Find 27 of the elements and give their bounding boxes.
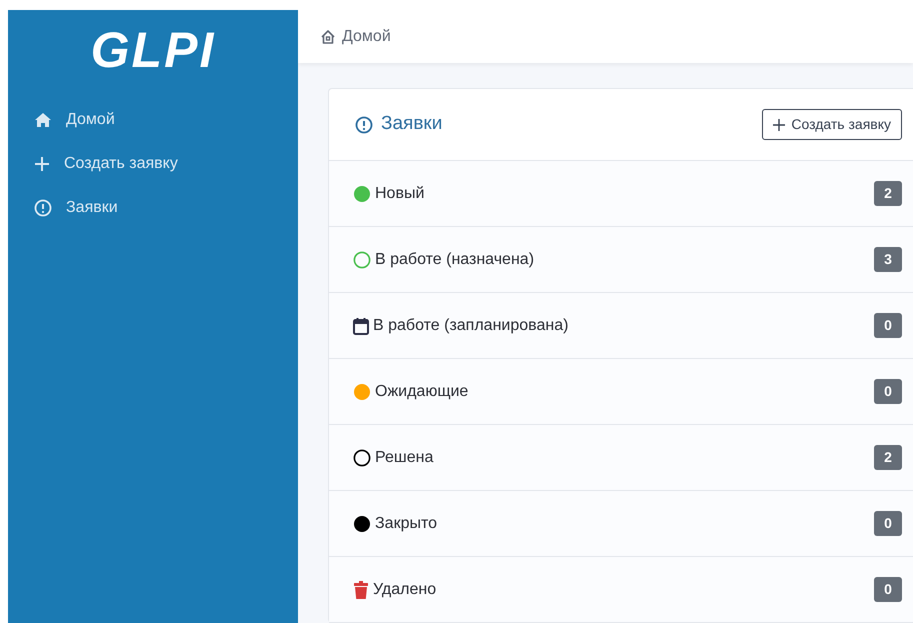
alert-icon	[34, 198, 52, 216]
status-link[interactable]: Ожидающие	[353, 380, 468, 404]
count-label: 0	[874, 313, 902, 338]
plus-icon	[34, 156, 50, 172]
status-link[interactable]: Решена	[353, 446, 434, 470]
breadcrumb-link[interactable]: Домой	[320, 24, 391, 48]
status-link[interactable]: Новый	[353, 182, 424, 206]
home-icon	[34, 112, 52, 128]
count-label: 0	[874, 511, 902, 536]
status-link[interactable]: Закрыто	[353, 512, 438, 536]
count-label: 0	[874, 577, 902, 602]
create-ticket-button[interactable]: Создать заявку	[762, 109, 902, 140]
status-link[interactable]: В работе (запланирована)	[353, 314, 568, 338]
count-label: 2	[874, 181, 902, 206]
sidebar-item[interactable]: Создать заявку	[8, 142, 298, 186]
card-title: Заявки	[381, 112, 442, 136]
count-label: 3	[874, 247, 902, 272]
status-link[interactable]: Удалено	[353, 578, 436, 602]
count-label: 2	[874, 445, 902, 470]
sidebar-item[interactable]: Заявки	[8, 186, 298, 230]
plus-icon	[773, 118, 786, 130]
home-icon	[320, 28, 336, 44]
sidebar-item[interactable]: Домой	[8, 98, 298, 142]
count-label: 0	[874, 379, 902, 404]
logo: GLPI	[90, 25, 216, 75]
alert-icon	[355, 116, 373, 134]
status-link[interactable]: В работе (назначена)	[353, 248, 534, 272]
